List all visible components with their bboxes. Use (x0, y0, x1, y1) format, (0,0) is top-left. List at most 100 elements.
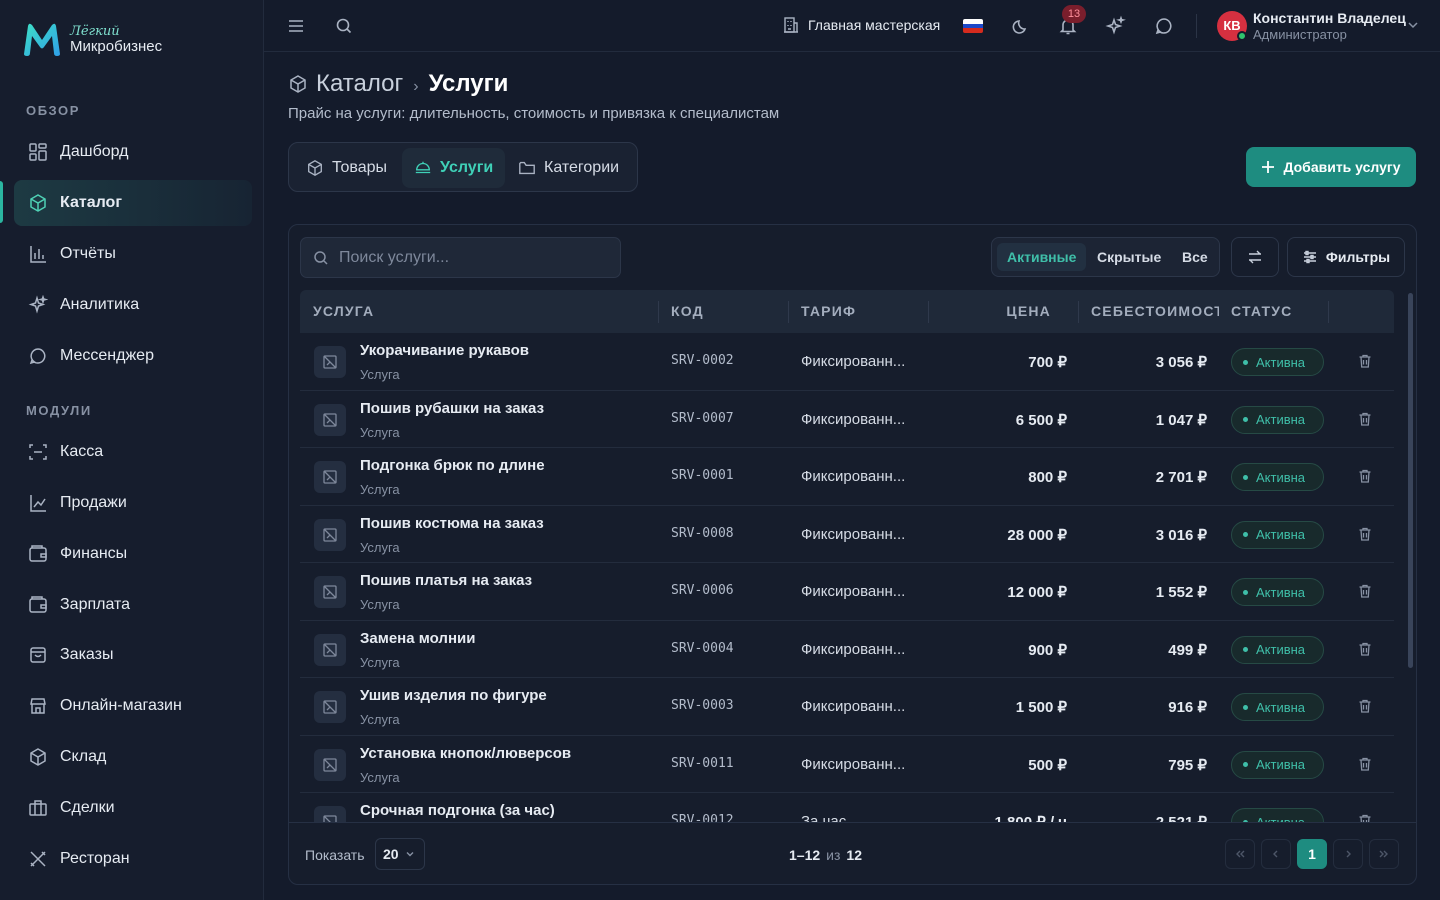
sidebar-item-orders[interactable]: Заказы (14, 632, 252, 678)
table-row[interactable]: Укорачивание рукавов Услуга SRV-0002 Фиксир… (300, 333, 1394, 391)
status-badge[interactable]: Активна (1231, 463, 1324, 491)
last-page-button[interactable] (1369, 839, 1399, 869)
theme-toggle-icon[interactable] (1009, 14, 1033, 38)
add-service-label: Добавить услугу (1283, 159, 1401, 175)
no-image-icon (314, 346, 346, 378)
organization-selector[interactable]: Главная мастерская (782, 16, 940, 34)
sidebar-item-messenger[interactable]: Мессенджер (14, 333, 252, 379)
ai-sparkle-icon[interactable] (1104, 14, 1128, 38)
table-row[interactable]: Пошив костюма на заказ Услуга SRV-0008 Фикс… (300, 506, 1394, 563)
service-cost: 1 047 ₽ (1155, 411, 1207, 429)
sidebar-item-finance[interactable]: Финансы (14, 531, 252, 577)
sidebar-item-deals[interactable]: Сделки (14, 785, 252, 831)
sidebar-item-online-store[interactable]: Онлайн-магазин (14, 683, 252, 729)
service-name[interactable]: Замена молнии (360, 630, 475, 647)
sidebar-item-label: Продажи (60, 494, 127, 511)
table-row[interactable]: Ушив изделия по фигуре Услуга SRV-0003 Фикс… (300, 678, 1394, 736)
search-icon[interactable] (332, 14, 356, 38)
sidebar-item-analytics[interactable]: Аналитика (14, 282, 252, 328)
plus-icon (1262, 161, 1275, 173)
chat-icon[interactable] (1152, 14, 1176, 38)
service-name[interactable]: Ушив изделия по фигуре (360, 687, 547, 704)
status-badge[interactable]: Активна (1231, 750, 1324, 779)
tab-services[interactable]: Услуги (402, 148, 506, 188)
column-header-code[interactable]: КОД (671, 290, 704, 333)
add-service-button[interactable]: Добавить услугу (1246, 147, 1416, 187)
service-name[interactable]: Пошив костюма на заказ (360, 515, 544, 532)
segment-active[interactable]: Активные (997, 243, 1087, 271)
pagination-footer: Показать 20 1–12 из 12 1 (289, 822, 1416, 884)
search-input[interactable]: Поиск услуги... (300, 237, 621, 278)
next-page-button[interactable] (1333, 839, 1363, 869)
table-row[interactable]: Пошив рубашки на заказ Услуга SRV-0007 Фикс… (300, 391, 1394, 448)
sidebar-item-catalog[interactable]: Каталог (14, 180, 252, 226)
service-code: SRV-0006 (671, 583, 734, 598)
service-name[interactable]: Укорачивание рукавов (360, 342, 529, 359)
service-cost: 3 016 ₽ (1155, 526, 1207, 544)
column-header-tariff[interactable]: ТАРИФ (801, 290, 856, 333)
trash-icon[interactable] (1357, 641, 1373, 657)
first-page-button[interactable] (1225, 839, 1255, 869)
tab-products[interactable]: Товары (294, 148, 399, 188)
filters-button[interactable]: Фильтры (1287, 237, 1405, 277)
service-name[interactable]: Срочная подгонка (за час) (360, 802, 555, 819)
status-badge[interactable]: Активна (1231, 578, 1324, 606)
status-dot (1243, 704, 1248, 710)
status-badge[interactable]: Активна (1231, 808, 1324, 822)
no-image-icon (314, 633, 346, 666)
sidebar-item-warehouse[interactable]: Склад (14, 734, 252, 780)
table-row[interactable]: Замена молнии Услуга SRV-0004 Фиксированн..… (300, 621, 1394, 678)
column-header-status[interactable]: СТАТУС (1231, 290, 1292, 333)
table-row[interactable]: Установка кнопок/люверсов Услуга SRV-0011 Ф… (300, 736, 1394, 793)
page-size-select[interactable]: 20 (375, 838, 425, 870)
trash-icon[interactable] (1357, 756, 1373, 772)
service-name[interactable]: Пошив рубашки на заказ (360, 400, 544, 417)
status-badge[interactable]: Активна (1231, 693, 1324, 721)
menu-icon[interactable] (284, 14, 308, 38)
status-dot (1243, 474, 1248, 480)
table-row[interactable]: Подгонка брюк по длине Услуга SRV-0001 Фикс… (300, 448, 1394, 506)
service-price: 28 000 ₽ (1007, 526, 1067, 544)
prev-page-button[interactable] (1261, 839, 1291, 869)
trash-icon[interactable] (1357, 411, 1373, 427)
tab-categories[interactable]: Категории (506, 148, 631, 188)
trash-icon[interactable] (1357, 698, 1373, 714)
sort-toggle-button[interactable] (1231, 237, 1279, 277)
sidebar-item-reports[interactable]: Отчёты (14, 231, 252, 277)
sidebar-item-cash-register[interactable]: Касса (14, 429, 252, 475)
trash-icon[interactable] (1357, 526, 1373, 542)
status-badge[interactable]: Активна (1231, 348, 1324, 376)
trash-icon[interactable] (1357, 353, 1373, 369)
user-name[interactable]: Константин Владелец (1253, 10, 1406, 26)
language-flag-icon[interactable] (963, 19, 983, 33)
table-row[interactable]: Срочная подгонка (за час)УслугаSRV-0012З… (300, 793, 1394, 822)
segment-hidden[interactable]: Скрытые (1087, 243, 1171, 271)
trash-icon[interactable] (1357, 813, 1373, 822)
service-tariff: Фиксированн... (801, 353, 906, 370)
service-name[interactable]: Установка кнопок/люверсов (360, 745, 571, 762)
trash-icon[interactable] (1357, 583, 1373, 599)
segment-all[interactable]: Все (1172, 243, 1218, 271)
service-cost: 499 ₽ (1168, 641, 1207, 659)
column-header-service[interactable]: УСЛУГА (313, 290, 374, 333)
sidebar-item-restaurant[interactable]: Ресторан (14, 836, 252, 882)
chevron-down-icon[interactable] (1406, 18, 1420, 32)
status-badge[interactable]: Активна (1231, 635, 1324, 664)
no-image-icon (314, 691, 346, 723)
brand-logo[interactable]: Лёгкий Микробизнес (20, 20, 162, 58)
page-1-button[interactable]: 1 (1297, 839, 1327, 869)
sidebar-item-payroll[interactable]: Зарплата (14, 582, 252, 628)
trash-icon[interactable] (1357, 468, 1373, 484)
status-badge[interactable]: Активна (1231, 405, 1324, 434)
service-type: Услуга (360, 597, 400, 612)
column-header-cost[interactable]: СЕБЕСТОИМОСТЬ (1091, 290, 1219, 333)
service-name[interactable]: Подгонка брюк по длине (360, 457, 545, 474)
table-row[interactable]: Пошив платья на заказ Услуга SRV-0006 Фикси… (300, 563, 1394, 621)
table-scrollbar[interactable] (1408, 293, 1413, 668)
sidebar-item-sales[interactable]: Продажи (14, 480, 252, 526)
breadcrumb-parent[interactable]: Каталог (316, 70, 403, 98)
service-name[interactable]: Пошив платья на заказ (360, 572, 532, 589)
column-header-price[interactable]: ЦЕНА (940, 290, 1051, 333)
status-badge[interactable]: Активна (1231, 520, 1324, 549)
sidebar-item-dashboard[interactable]: Дашборд (14, 129, 252, 175)
